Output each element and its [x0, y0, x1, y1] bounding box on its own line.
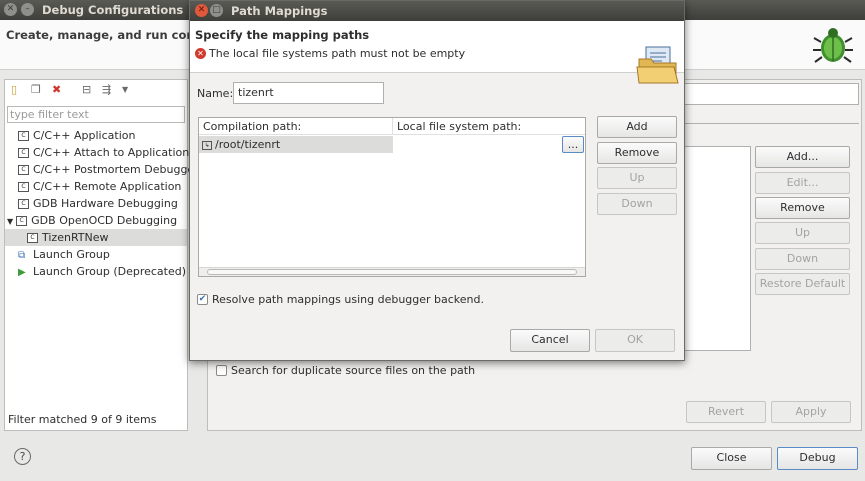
window-title: Debug Configurations — [42, 3, 184, 17]
revert-button[interactable]: Revert — [686, 401, 766, 423]
down-container-button[interactable]: Down — [755, 248, 850, 270]
minimize-window-icon[interactable]: – — [21, 3, 34, 16]
path-mappings-dialog: ✕ □ Path Mappings Specify the mapping pa… — [189, 0, 685, 361]
dialog-up-button[interactable]: Up — [597, 167, 677, 189]
expand-arrow-icon[interactable]: ▼ — [7, 217, 13, 226]
tree-item-c-postmortem[interactable]: C C/C++ Postmortem Debugger — [5, 161, 199, 178]
delete-icon[interactable]: ✖ — [52, 84, 64, 95]
edit-container-button[interactable]: Edit... — [755, 172, 850, 194]
tree-item-launch-group[interactable]: ⧉ Launch Group — [5, 246, 187, 263]
add-container-button[interactable]: Add... — [755, 146, 850, 168]
c-config-icon: C — [27, 233, 38, 243]
play-icon: ▶ — [18, 267, 26, 278]
error-icon: ✕ — [195, 48, 206, 59]
c-config-icon: C — [18, 165, 29, 175]
browse-button[interactable]: ... — [562, 136, 584, 153]
ok-button[interactable]: OK — [595, 329, 675, 352]
name-input[interactable]: tizenrt — [233, 82, 384, 104]
tree-item-launch-group-deprecated[interactable]: ▶ Launch Group (Deprecated) — [5, 263, 187, 280]
folder-icon — [636, 46, 679, 84]
close-window-icon[interactable]: ✕ — [4, 3, 17, 16]
debug-button[interactable]: Debug — [777, 447, 858, 470]
tree-item-c-attach[interactable]: C C/C++ Attach to Application — [5, 144, 189, 161]
local-path-cell[interactable] — [393, 136, 585, 153]
launch-group-icon: ⧉ — [18, 250, 26, 261]
search-duplicates-checkbox[interactable] — [216, 365, 227, 376]
collapse-all-icon[interactable]: ⊟ — [82, 84, 94, 95]
restore-default-button[interactable]: Restore Default — [755, 273, 850, 295]
up-container-button[interactable]: Up — [755, 222, 850, 244]
dialog-header: Specify the mapping paths ✕ The local fi… — [190, 21, 684, 84]
c-config-icon: C — [18, 148, 29, 158]
filter-icon[interactable]: ⇶ — [102, 84, 114, 95]
dialog-titlebar: ✕ □ Path Mappings — [190, 1, 684, 21]
banner-text: Create, manage, and run configu — [6, 28, 220, 42]
apply-button[interactable]: Apply — [771, 401, 851, 423]
tree-item-tizenrtnew[interactable]: C TizenRTNew — [5, 229, 187, 246]
tree-item-gdb-hardware[interactable]: C GDB Hardware Debugging — [5, 195, 187, 212]
table-row[interactable]: ↳/root/tizenrt — [199, 136, 393, 153]
filter-input[interactable]: type filter text — [7, 106, 185, 123]
config-tree: C C/C++ Application C C/C++ Attach to Appl… — [5, 127, 199, 280]
debug-bug-icon — [813, 28, 853, 63]
resolve-label: Resolve path mappings using debugger bac… — [212, 293, 485, 306]
cancel-button[interactable]: Cancel — [510, 329, 590, 352]
maximize-dialog-icon[interactable]: □ — [210, 4, 223, 17]
filter-status: Filter matched 9 of 9 items — [8, 413, 157, 426]
c-config-icon: C — [18, 131, 29, 141]
tab-strip — [684, 112, 859, 124]
search-duplicates-label: Search for duplicate source files on the… — [231, 364, 476, 377]
source-lookup-list[interactable] — [684, 146, 751, 351]
mapping-table: Compilation path: Local file system path… — [198, 117, 586, 277]
c-config-icon: C — [18, 182, 29, 192]
remove-container-button[interactable]: Remove — [755, 197, 850, 219]
dialog-add-button[interactable]: Add — [597, 116, 677, 138]
dialog-remove-button[interactable]: Remove — [597, 142, 677, 164]
c-config-icon: C — [16, 216, 28, 226]
chevron-down-icon[interactable]: ▼ — [122, 84, 134, 95]
dialog-header-title: Specify the mapping paths — [195, 28, 370, 42]
path-icon: ↳ — [202, 140, 212, 150]
close-dialog-icon[interactable]: ✕ — [195, 4, 208, 17]
scrollbar-thumb[interactable] — [207, 269, 577, 275]
config-name-input[interactable] — [684, 83, 859, 105]
close-button[interactable]: Close — [691, 447, 772, 470]
c-config-icon: C — [18, 199, 29, 209]
error-message: The local file systems path must not be … — [209, 47, 466, 60]
tree-item-gdb-openocd[interactable]: ▼ C GDB OpenOCD Debugging — [5, 212, 187, 229]
duplicate-icon[interactable]: ❐ — [31, 84, 43, 95]
resolve-checkbox[interactable]: ✔ — [197, 294, 208, 305]
column-local-path[interactable]: Local file system path: — [393, 118, 585, 135]
dialog-title: Path Mappings — [231, 4, 328, 18]
horizontal-scrollbar[interactable] — [199, 267, 585, 276]
column-compilation-path[interactable]: Compilation path: — [199, 118, 393, 135]
dialog-down-button[interactable]: Down — [597, 193, 677, 215]
name-label: Name: — [197, 87, 234, 100]
tree-item-c-remote[interactable]: C C/C++ Remote Application — [5, 178, 187, 195]
new-config-icon[interactable]: ▯ — [11, 84, 23, 95]
help-icon[interactable]: ? — [14, 448, 31, 465]
compilation-path-cell: /root/tizenrt — [215, 138, 281, 151]
tree-item-c-application[interactable]: C C/C++ Application — [5, 127, 187, 144]
